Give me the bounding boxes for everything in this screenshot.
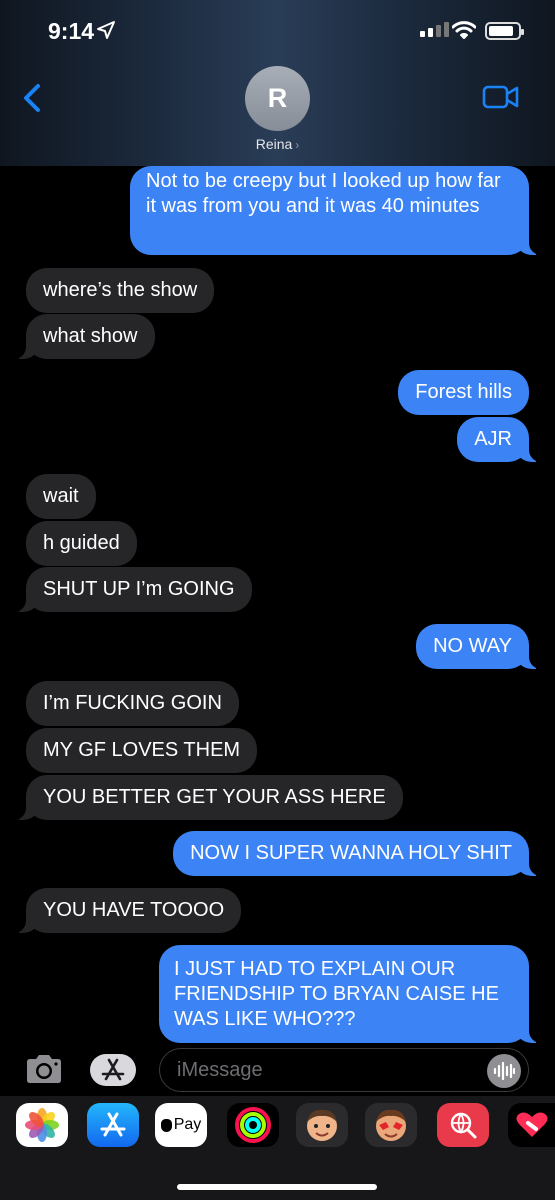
contact-avatar[interactable]: R — [245, 66, 310, 131]
received-message[interactable]: h guided — [26, 521, 137, 566]
memoji-face-icon — [307, 1109, 337, 1141]
app-store-icon — [101, 1058, 125, 1081]
sent-message[interactable]: Not to be creepy but I looked up how far… — [130, 166, 555, 255]
contact-name: Reina — [255, 136, 293, 152]
sent-message[interactable]: NOW I SUPER WANNA HOLY SHIT — [173, 831, 555, 876]
video-camera-icon — [482, 85, 519, 109]
app-store-button[interactable] — [90, 1054, 136, 1086]
sent-message[interactable]: I JUST HAD TO EXPLAIN OUR FRIENDSHIP TO … — [159, 945, 555, 1043]
battery-icon — [485, 22, 524, 40]
heart-touch-icon — [516, 1112, 547, 1137]
photos-app-icon[interactable] — [16, 1103, 68, 1147]
photos-flower-icon — [25, 1108, 59, 1142]
memoji-app-icon[interactable] — [296, 1103, 348, 1147]
message-list[interactable]: Not to be creepy but I looked up how far… — [0, 166, 555, 1044]
received-message[interactable]: MY GF LOVES THEM — [26, 728, 258, 773]
back-button[interactable] — [20, 82, 44, 114]
digital-touch-app-icon[interactable] — [508, 1103, 555, 1147]
status-bar: 9:14 — [0, 0, 555, 62]
received-message[interactable]: I’m FUCKING GOIN — [26, 681, 239, 726]
globe-search-icon — [450, 1112, 477, 1139]
audio-message-button[interactable] — [487, 1054, 521, 1088]
audio-waveform-icon — [493, 1062, 515, 1080]
apple-pay-label: Pay — [173, 1116, 202, 1133]
contact-name-button[interactable]: Reina › — [0, 136, 555, 152]
home-indicator[interactable] — [177, 1184, 377, 1190]
location-arrow-icon — [96, 20, 116, 45]
app-store-a-icon — [100, 1112, 126, 1137]
animoji-face-icon — [376, 1109, 406, 1141]
activity-rings-icon — [235, 1107, 271, 1143]
app-store-app-icon[interactable] — [87, 1103, 139, 1147]
message-input[interactable] — [159, 1048, 529, 1092]
conversation-header: 9:14 R Reina › — [0, 0, 555, 166]
camera-button[interactable] — [24, 1054, 64, 1089]
apple-pay-app-icon[interactable]: Pay — [155, 1103, 207, 1147]
cellular-signal-icon — [420, 22, 449, 37]
received-message[interactable]: SHUT UP I’m GOING — [0, 567, 252, 612]
avatar-initial: R — [267, 83, 288, 113]
received-message[interactable]: where’s the show — [26, 268, 215, 313]
animoji-app-icon[interactable] — [365, 1103, 417, 1147]
facetime-video-button[interactable] — [482, 84, 520, 115]
camera-icon — [27, 1055, 61, 1083]
sent-message[interactable]: Forest hills — [398, 370, 529, 415]
web-search-app-icon[interactable] — [437, 1103, 489, 1147]
activity-app-icon[interactable] — [227, 1103, 279, 1147]
chevron-right-icon: › — [295, 138, 300, 152]
chevron-left-icon — [24, 84, 40, 112]
status-time: 9:14 — [48, 18, 95, 44]
wifi-icon — [451, 20, 477, 45]
received-message[interactable]: YOU HAVE TOOOO — [0, 888, 242, 933]
received-message[interactable]: wait — [26, 474, 96, 519]
received-message[interactable]: YOU BETTER GET YOUR ASS HERE — [0, 775, 403, 820]
received-message[interactable]: what show — [0, 314, 155, 359]
sent-message[interactable]: AJR — [457, 417, 555, 462]
apple-logo-icon — [160, 1118, 172, 1132]
compose-bar — [0, 1044, 555, 1096]
battery-level — [489, 26, 513, 36]
sent-message[interactable]: NO WAY — [416, 624, 555, 669]
